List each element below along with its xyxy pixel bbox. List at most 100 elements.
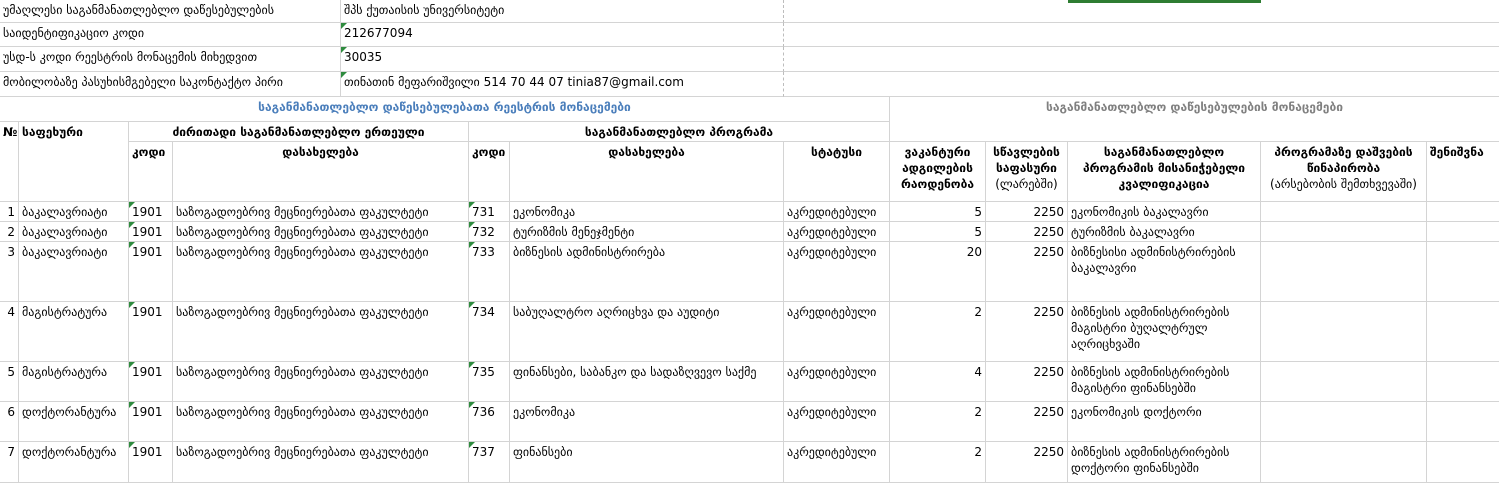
- column-header-number[interactable]: №: [0, 122, 19, 202]
- cell-notes[interactable]: [1427, 242, 1499, 302]
- info-empty-cell[interactable]: [784, 23, 1499, 47]
- column-header-program-name[interactable]: დასახელება: [510, 142, 784, 202]
- cell-prerequisite[interactable]: [1261, 402, 1427, 442]
- cell-qualification[interactable]: ბიზნესისი ადმინისტრირების ბაკალავრი: [1068, 242, 1261, 302]
- cell-status[interactable]: აკრედიტებული: [784, 242, 890, 302]
- cell-unit-name[interactable]: საზოგადოებრივ მეცნიერებათა ფაკულტეტი: [173, 402, 469, 442]
- cell-tuition[interactable]: 2250: [986, 202, 1068, 222]
- cell-program-code[interactable]: 733: [469, 242, 510, 302]
- cell-unit-code[interactable]: 1901: [129, 442, 173, 483]
- cell-program-code[interactable]: 732: [469, 222, 510, 242]
- cell-qualification[interactable]: ბიზნესის ადმინისტრირების მაგისტრი ბუღალტ…: [1068, 302, 1261, 362]
- cell-vacant[interactable]: 5: [890, 222, 986, 242]
- info-value[interactable]: შპს ქუთაისის უნივერსიტეტი: [341, 0, 784, 23]
- cell-tuition[interactable]: 2250: [986, 362, 1068, 402]
- cell-unit-name[interactable]: საზოგადოებრივ მეცნიერებათა ფაკულტეტი: [173, 242, 469, 302]
- row-number[interactable]: 6: [0, 402, 19, 442]
- cell-unit-code[interactable]: 1901: [129, 362, 173, 402]
- info-value[interactable]: 30035: [341, 47, 784, 72]
- cell-notes[interactable]: [1427, 202, 1499, 222]
- info-value[interactable]: თინათინ მეფარიშვილი 514 70 44 07 tinia87…: [341, 72, 784, 97]
- cell-program-name[interactable]: ეკონომიკა: [510, 402, 784, 442]
- cell-unit-name[interactable]: საზოგადოებრივ მეცნიერებათა ფაკულტეტი: [173, 222, 469, 242]
- cell-tuition[interactable]: 2250: [986, 222, 1068, 242]
- cell-notes[interactable]: [1427, 222, 1499, 242]
- cell-program-code[interactable]: 731: [469, 202, 510, 222]
- info-value[interactable]: 212677094: [341, 23, 784, 47]
- cell-prerequisite[interactable]: [1261, 362, 1427, 402]
- row-number[interactable]: 2: [0, 222, 19, 242]
- cell-level[interactable]: ბაკალავრიატი: [19, 202, 129, 222]
- row-number[interactable]: 3: [0, 242, 19, 302]
- cell-unit-code[interactable]: 1901: [129, 402, 173, 442]
- cell-level[interactable]: ბაკალავრიატი: [19, 222, 129, 242]
- cell-unit-code[interactable]: 1901: [129, 202, 173, 222]
- cell-level[interactable]: დოქტორანტურა: [19, 442, 129, 483]
- column-header-unit-name[interactable]: დასახელება: [173, 142, 469, 202]
- cell-vacant[interactable]: 2: [890, 302, 986, 362]
- info-empty-cell[interactable]: [784, 47, 1499, 72]
- cell-status[interactable]: აკრედიტებული: [784, 302, 890, 362]
- cell-program-name[interactable]: ფინანსები, საბანკო და სადაზღვევო საქმე: [510, 362, 784, 402]
- cell-vacant[interactable]: 4: [890, 362, 986, 402]
- column-header-vacant[interactable]: ვაკანტური ადგილების რაოდენობა: [890, 142, 986, 202]
- cell-status[interactable]: აკრედიტებული: [784, 222, 890, 242]
- cell-vacant[interactable]: 2: [890, 402, 986, 442]
- column-header-status[interactable]: სტატუსი: [784, 142, 890, 202]
- cell-program-code[interactable]: 734: [469, 302, 510, 362]
- cell-vacant[interactable]: 5: [890, 202, 986, 222]
- column-header-unit-code[interactable]: კოდი: [129, 142, 173, 202]
- info-label[interactable]: უსდ-ს კოდი რეესტრის მონაცემის მიხედვით: [0, 47, 341, 72]
- cell-program-name[interactable]: ტურიზმის მენეჯმენტი: [510, 222, 784, 242]
- cell-unit-name[interactable]: საზოგადოებრივ მეცნიერებათა ფაკულტეტი: [173, 202, 469, 222]
- institution-section-title[interactable]: საგანმანათლებლო დაწესებულების მონაცემები: [890, 97, 1499, 142]
- registry-section-title[interactable]: საგანმანათლებლო დაწესებულებათა რეესტრის …: [0, 97, 890, 122]
- cell-notes[interactable]: [1427, 302, 1499, 362]
- cell-qualification[interactable]: ეკონომიკის ბაკალავრი: [1068, 202, 1261, 222]
- cell-program-name[interactable]: საბუღალტრო აღრიცხვა და აუდიტი: [510, 302, 784, 362]
- cell-program-name[interactable]: ბიზნესის ადმინისტრირება: [510, 242, 784, 302]
- cell-prerequisite[interactable]: [1261, 302, 1427, 362]
- cell-program-name[interactable]: ფინანსები: [510, 442, 784, 483]
- column-header-qualification[interactable]: საგანმანათლებლო პროგრამის მისანიჭებელი კ…: [1068, 142, 1261, 202]
- cell-program-code[interactable]: 736: [469, 402, 510, 442]
- cell-qualification[interactable]: ეკონომიკის დოქტორი: [1068, 402, 1261, 442]
- cell-prerequisite[interactable]: [1261, 442, 1427, 483]
- cell-vacant[interactable]: 2: [890, 442, 986, 483]
- column-header-notes[interactable]: შენიშვნა: [1427, 142, 1499, 202]
- cell-prerequisite[interactable]: [1261, 202, 1427, 222]
- cell-level[interactable]: მაგისტრატურა: [19, 362, 129, 402]
- cell-unit-name[interactable]: საზოგადოებრივ მეცნიერებათა ფაკულტეტი: [173, 362, 469, 402]
- cell-program-code[interactable]: 735: [469, 362, 510, 402]
- cell-status[interactable]: აკრედიტებული: [784, 362, 890, 402]
- cell-qualification[interactable]: ტურიზმის ბაკალავრი: [1068, 222, 1261, 242]
- column-header-tuition[interactable]: სწავლების საფასური (ლარებში): [986, 142, 1068, 202]
- cell-unit-code[interactable]: 1901: [129, 222, 173, 242]
- info-label[interactable]: საიდენტიფიკაციო კოდი: [0, 23, 341, 47]
- info-empty-cell[interactable]: [784, 0, 1499, 23]
- cell-level[interactable]: დოქტორანტურა: [19, 402, 129, 442]
- row-number[interactable]: 4: [0, 302, 19, 362]
- cell-qualification[interactable]: ბიზნესის ადმინისტრირების მაგისტრი ფინანს…: [1068, 362, 1261, 402]
- cell-unit-name[interactable]: საზოგადოებრივ მეცნიერებათა ფაკულტეტი: [173, 442, 469, 483]
- column-header-program[interactable]: საგანმანათლებლო პროგრამა: [469, 122, 890, 142]
- row-number[interactable]: 1: [0, 202, 19, 222]
- cell-qualification[interactable]: ბიზნესის ადმინისტრირების დოქტორი ფინანსე…: [1068, 442, 1261, 483]
- cell-status[interactable]: აკრედიტებული: [784, 402, 890, 442]
- column-header-prerequisite[interactable]: პროგრამაზე დაშვების წინაპირობა (არსებობის…: [1261, 142, 1427, 202]
- cell-program-name[interactable]: ეკონომიკა: [510, 202, 784, 222]
- cell-prerequisite[interactable]: [1261, 242, 1427, 302]
- cell-notes[interactable]: [1427, 402, 1499, 442]
- cell-unit-code[interactable]: 1901: [129, 242, 173, 302]
- cell-level[interactable]: ბაკალავრიატი: [19, 242, 129, 302]
- column-header-level[interactable]: საფეხური: [19, 122, 129, 202]
- cell-tuition[interactable]: 2250: [986, 402, 1068, 442]
- cell-status[interactable]: აკრედიტებული: [784, 202, 890, 222]
- cell-vacant[interactable]: 20: [890, 242, 986, 302]
- row-number[interactable]: 7: [0, 442, 19, 483]
- cell-status[interactable]: აკრედიტებული: [784, 442, 890, 483]
- cell-notes[interactable]: [1427, 362, 1499, 402]
- cell-level[interactable]: მაგისტრატურა: [19, 302, 129, 362]
- info-label[interactable]: მობილობაზე პასუხისმგებელი საკონტაქტო პირ…: [0, 72, 341, 97]
- cell-tuition[interactable]: 2250: [986, 242, 1068, 302]
